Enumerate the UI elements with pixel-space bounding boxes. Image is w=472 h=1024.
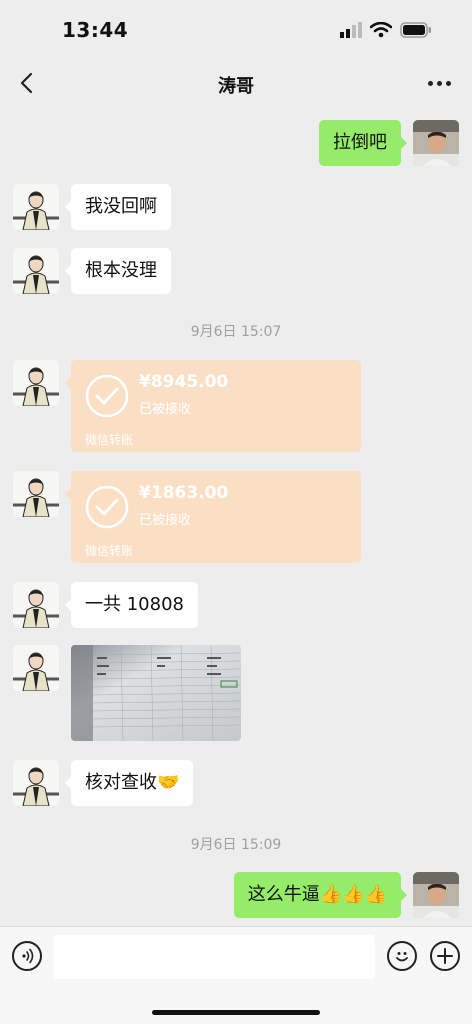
contact-avatar[interactable] xyxy=(13,184,59,230)
status-bar: 13:44 xyxy=(0,0,472,60)
transfer-label: 微信转账 xyxy=(85,544,134,558)
contact-avatar-cartoon xyxy=(13,248,59,294)
battery-icon xyxy=(400,22,431,38)
voice-icon xyxy=(22,948,34,964)
home-indicator xyxy=(152,1010,320,1015)
contact-avatar-cartoon xyxy=(13,360,59,406)
chat-input-bar xyxy=(0,926,472,1024)
wifi-icon xyxy=(370,22,392,38)
chat-title: 涛哥 xyxy=(218,76,254,97)
message-bubble-sent[interactable]: 这么牛逼👍👍👍 xyxy=(233,872,408,918)
more-functions-button[interactable] xyxy=(430,941,460,971)
emoji-button[interactable] xyxy=(387,941,417,971)
contact-avatar-cartoon xyxy=(13,184,59,230)
emoji-icon xyxy=(396,952,408,962)
message-bubble-received[interactable]: 一共 10808 xyxy=(65,582,198,628)
transfer-label: 微信转账 xyxy=(85,433,134,447)
my-avatar-photo xyxy=(413,120,459,166)
status-time: 13:44 xyxy=(62,18,129,42)
spreadsheet-photo xyxy=(71,645,241,741)
contact-avatar[interactable] xyxy=(13,360,59,406)
message-bubble-received[interactable]: 核对查收🤝 xyxy=(64,760,194,806)
contact-avatar[interactable] xyxy=(13,248,59,294)
contact-avatar[interactable] xyxy=(13,471,59,517)
contact-avatar[interactable] xyxy=(13,582,59,628)
message-input[interactable] xyxy=(53,935,375,979)
more-options-icon[interactable] xyxy=(424,70,454,96)
check-circle-icon xyxy=(85,485,129,529)
cellular-signal-icon xyxy=(340,22,362,38)
status-icons xyxy=(340,22,432,38)
contact-avatar[interactable] xyxy=(13,760,59,806)
transfer-status: 已被接收 xyxy=(139,402,192,417)
check-circle-icon xyxy=(85,374,129,418)
chat-header: 涛哥 xyxy=(0,60,472,106)
message-bubble-received[interactable]: 根本没理 xyxy=(65,248,171,294)
message-timestamp: 9月6日 15:07 xyxy=(190,324,282,340)
contact-avatar[interactable] xyxy=(13,645,59,691)
message-timestamp: 9月6日 15:09 xyxy=(190,837,282,853)
contact-avatar-cartoon xyxy=(13,645,59,691)
transfer-card[interactable]: ¥1863.00 已被接收 微信转账 xyxy=(65,471,361,563)
contact-avatar-cartoon xyxy=(13,760,59,806)
plus-icon xyxy=(437,948,453,964)
message-bubble-received[interactable]: 我没回啊 xyxy=(65,184,171,230)
voice-input-button[interactable] xyxy=(12,941,42,971)
transfer-amount: ¥8945.00 xyxy=(139,372,229,392)
contact-avatar-cartoon xyxy=(13,582,59,628)
contact-avatar-cartoon xyxy=(13,471,59,517)
image-message[interactable] xyxy=(71,645,241,741)
my-avatar-photo xyxy=(413,872,459,918)
transfer-card[interactable]: ¥8945.00 已被接收 微信转账 xyxy=(65,360,361,452)
message-bubble-sent[interactable]: 拉倒吧 xyxy=(319,120,407,166)
my-avatar[interactable] xyxy=(413,872,459,918)
my-avatar[interactable] xyxy=(413,120,459,166)
transfer-status: 已被接收 xyxy=(139,513,192,528)
transfer-amount: ¥1863.00 xyxy=(139,483,229,503)
